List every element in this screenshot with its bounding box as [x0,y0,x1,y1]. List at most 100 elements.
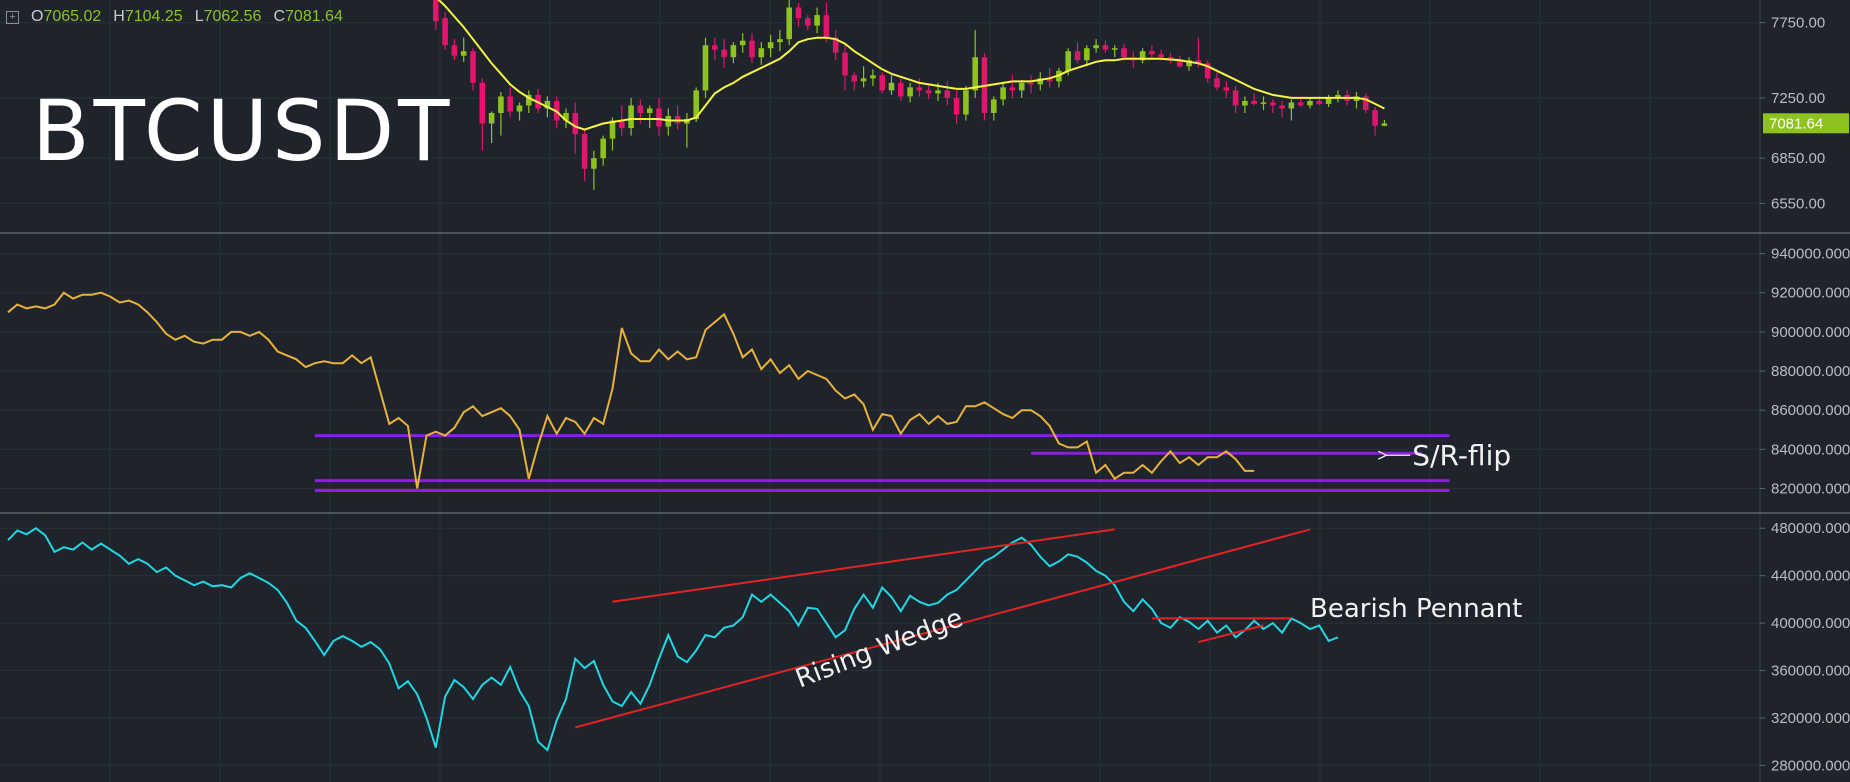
candle-body[interactable] [1242,100,1248,106]
rising-wedge-annotation: Rising Wedge [792,603,968,694]
candle-body[interactable] [1297,102,1304,106]
candle-body[interactable] [1223,87,1230,91]
candle-body[interactable] [1279,105,1285,109]
candle-body[interactable] [851,75,858,82]
candle-body[interactable] [460,51,467,56]
candle-body[interactable] [516,105,523,112]
candle-body[interactable] [488,112,495,124]
candle-body[interactable] [860,78,867,82]
candle-body[interactable] [953,97,960,115]
axis-tick-label: 7750.00 [1771,15,1825,32]
candle-body[interactable] [498,96,504,113]
axis-tick-label: 480000.0000 [1771,520,1850,537]
ohlc-legend: + O7065.02 H7104.25 L7062.56 C7081.64 [6,6,343,28]
candle-body[interactable] [646,108,653,113]
candle-body[interactable] [1232,90,1239,106]
candle-body[interactable] [1307,100,1313,106]
candle-body[interactable] [1270,102,1276,106]
axis-tick-label: 6550.00 [1771,195,1825,212]
candle-body[interactable] [591,158,597,169]
axis-tick-label: 840000.0000 [1771,441,1850,458]
candle-body[interactable] [1288,102,1295,109]
candle-body[interactable] [972,57,978,91]
axis-tick-label: 7250.00 [1771,90,1825,107]
candle-body[interactable] [1158,54,1164,58]
candle-body[interactable] [1372,109,1378,126]
candle-body[interactable] [479,82,486,124]
candle-body[interactable] [1084,48,1090,61]
candle-body[interactable] [870,75,876,79]
candle-body[interactable] [1316,100,1323,104]
candle-body[interactable] [1018,82,1025,91]
price-panel[interactable] [433,0,1388,190]
candle-body[interactable] [925,90,932,94]
candle-body[interactable] [433,0,439,22]
candle-body[interactable] [786,7,792,40]
candle-body[interactable] [814,15,820,26]
candle-body[interactable] [1149,51,1155,55]
candle-body[interactable] [628,105,634,129]
candle-body[interactable] [767,42,774,49]
candle-body[interactable] [581,134,588,169]
axis-tick-label: 880000.0000 [1771,363,1850,380]
axis-tick-label: 360000.0000 [1771,663,1850,680]
candle-body[interactable] [805,18,811,26]
candle-body[interactable] [600,138,606,159]
candle-body[interactable] [712,45,718,50]
candle-body[interactable] [1065,51,1071,71]
candle-body[interactable] [758,48,765,58]
candle-body[interactable] [721,49,727,58]
trend-line[interactable] [612,528,1115,603]
candle-body[interactable] [1102,45,1109,50]
candle-body[interactable] [991,99,997,113]
candle-body[interactable] [739,40,746,46]
candle-body[interactable] [916,87,923,91]
candle-body[interactable] [944,90,951,98]
candle-body[interactable] [572,112,579,135]
symbol-title: BTCUSDT [32,82,454,180]
indicator-panel-2[interactable]: Rising Wedge Bearish Pennant [7,526,1522,752]
candle-body[interactable] [656,108,662,127]
indicator-panel-1[interactable]: S/R-flip [7,291,1511,492]
axis-tick-label: 940000.0000 [1771,246,1850,263]
candle-body[interactable] [1214,78,1220,88]
candle-body[interactable] [451,45,458,56]
candle-body[interactable] [879,75,885,91]
candle-body[interactable] [888,82,895,91]
candle-body[interactable] [507,96,513,112]
axis-tick-label: 920000.0000 [1771,285,1850,302]
candle-body[interactable] [1009,87,1016,91]
candle-body[interactable] [823,15,830,38]
candle-body[interactable] [1111,48,1118,50]
ohlc-high: H7104.25 [113,8,183,25]
candle-body[interactable] [1000,87,1006,100]
axis-tick-label: 900000.0000 [1771,324,1850,341]
candle-body[interactable] [730,45,737,58]
candle-body[interactable] [442,18,448,46]
candle-body[interactable] [1028,82,1034,85]
candle-body[interactable] [777,39,783,43]
candle-body[interactable] [1381,123,1388,126]
trend-line[interactable] [1198,624,1264,644]
candle-body[interactable] [637,105,644,113]
candle-body[interactable] [1074,51,1081,61]
plus-square-icon[interactable]: + [6,10,19,24]
candle-body[interactable] [749,40,755,58]
candle-body[interactable] [842,52,848,76]
candle-body[interactable] [1093,45,1099,49]
price-axis[interactable]: 7750.00 7250.00 6850.00 6550.00 940000.0000 9… [1760,15,1850,775]
candle-body[interactable] [963,90,969,115]
candle-body[interactable] [795,7,802,19]
candle-body[interactable] [1121,48,1127,58]
candle-body[interactable] [1251,100,1257,104]
candle-body[interactable] [702,45,709,91]
candle-body[interactable] [898,82,904,97]
moving-average-line [437,0,1385,131]
candle-body[interactable] [935,90,941,94]
candle-body[interactable] [470,51,476,83]
candle-body[interactable] [1260,102,1267,104]
candle-body[interactable] [907,87,913,97]
ohlc-close: C7081.64 [273,8,343,25]
indicator-line-2 [7,526,1339,752]
last-price-label: 7081.64 [1769,115,1823,132]
